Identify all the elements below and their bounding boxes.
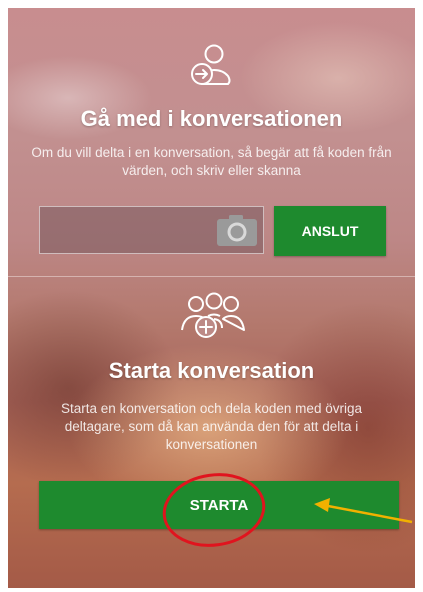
start-title: Starta konversation [108, 358, 315, 383]
join-button[interactable]: ANSLUT [274, 206, 386, 256]
code-input[interactable] [40, 207, 210, 253]
join-description: Om du vill delta i en konversation, så b… [31, 145, 392, 178]
join-title: Gå med i konversationen [80, 106, 343, 131]
person-arrow-icon [190, 44, 230, 85]
section-divider [8, 276, 415, 277]
app-screen: Gå med i konversationen Om du vill delta… [8, 8, 415, 588]
camera-icon[interactable] [215, 213, 259, 247]
code-input-field[interactable] [39, 206, 264, 254]
start-button-label: STARTA [189, 496, 249, 514]
screenshot-frame: Gå med i konversationen Om du vill delta… [0, 0, 423, 592]
join-button-label: ANSLUT [301, 223, 359, 239]
group-add-icon [180, 292, 245, 338]
start-button[interactable]: STARTA [39, 481, 399, 529]
start-description: Starta en konversation och dela koden me… [61, 401, 362, 452]
